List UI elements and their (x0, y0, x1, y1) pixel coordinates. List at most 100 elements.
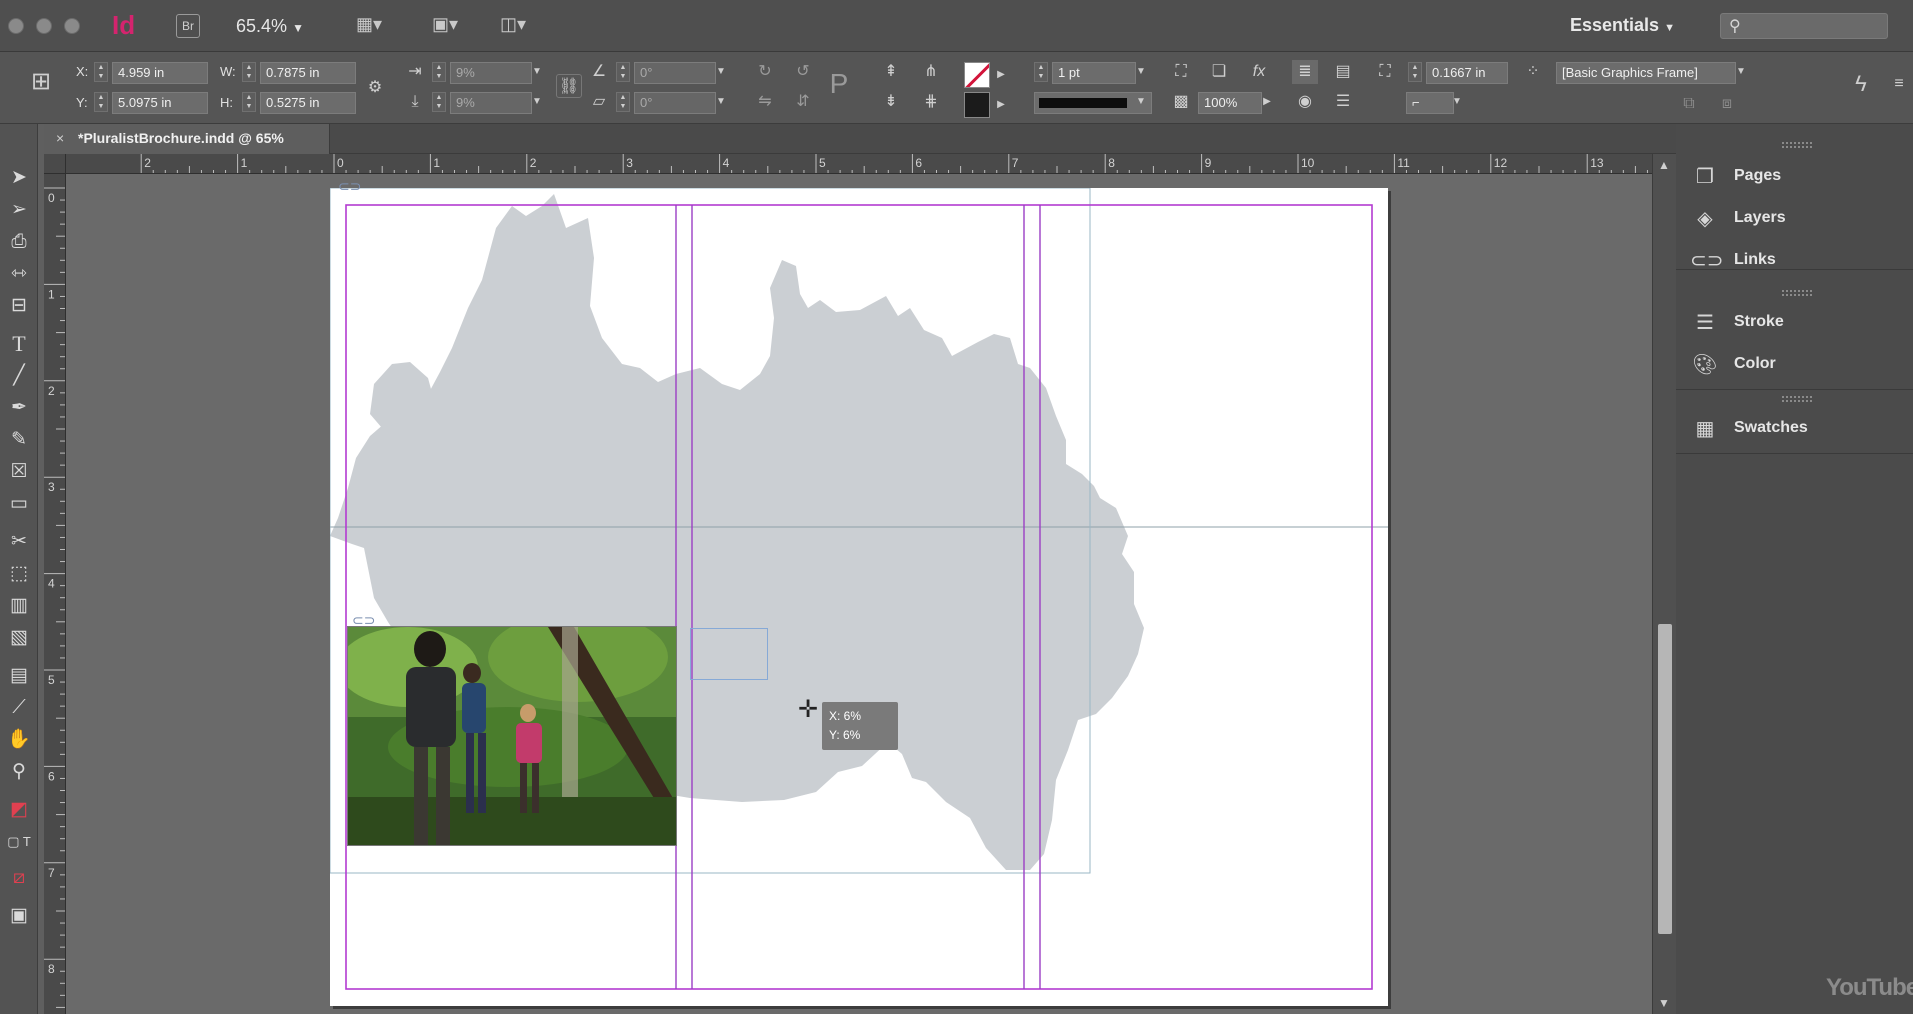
text-wrap-none-icon[interactable]: ≣ (1292, 60, 1318, 84)
panel-layers[interactable]: ◈ Layers (1690, 202, 1910, 236)
pen-tool-icon[interactable]: ✒ (5, 394, 33, 422)
flip-vertical-icon[interactable]: ⇵ (790, 90, 816, 114)
scroll-down-arrow-icon[interactable]: ▼ (1658, 996, 1670, 1010)
eyedropper-tool-icon[interactable]: ⟋ (5, 694, 33, 722)
chevron-down-icon[interactable]: ▼ (1734, 62, 1748, 82)
close-window-button[interactable] (8, 18, 24, 34)
note-tool-icon[interactable]: ▤ (5, 662, 33, 690)
arrange-documents-icon[interactable]: ◫▾ (500, 14, 544, 38)
selection-tool-icon[interactable]: ➤ (5, 164, 33, 192)
hand-tool-icon[interactable]: ✋ (5, 726, 33, 754)
panel-pages[interactable]: ❐ Pages (1690, 160, 1910, 194)
bridge-button[interactable]: Br (176, 14, 200, 38)
chevron-down-icon[interactable]: ▼ (714, 62, 728, 82)
ruler-origin[interactable] (44, 154, 66, 174)
w-stepper[interactable]: ▲ ▼ (242, 62, 256, 82)
reference-point-icon[interactable]: ⊞ (28, 70, 54, 94)
y-field[interactable]: 5.0975 in (112, 92, 208, 114)
zoom-window-button[interactable] (64, 18, 80, 34)
gap-tool-icon[interactable]: ⇿ (5, 260, 33, 288)
chevron-down-icon[interactable]: ▼ (1134, 92, 1148, 112)
panel-menu-icon[interactable]: ≡ (1886, 72, 1912, 96)
rectangle-frame-tool-icon[interactable]: ☒ (5, 458, 33, 486)
fitting-offset-stepper[interactable]: ▲ ▼ (1408, 62, 1422, 82)
chevron-down-icon[interactable]: ▼ (530, 62, 544, 82)
frame-fitting-icon[interactable]: ⛶ (1372, 60, 1398, 84)
corner-shape-menu[interactable]: ⌐ (1406, 92, 1454, 114)
clear-overrides-icon[interactable]: ⧉ (1676, 92, 1702, 116)
effects-fx-icon[interactable]: fx (1246, 60, 1272, 84)
close-icon[interactable]: × (56, 130, 64, 146)
panel-stroke[interactable]: ☰ Stroke (1690, 306, 1910, 340)
text-wrap-bounding-icon[interactable]: ▤ (1330, 60, 1356, 84)
content-collector-icon[interactable]: ⊟ (5, 292, 33, 320)
zoom-tool-icon[interactable]: ⚲ (5, 758, 33, 786)
w-field[interactable]: 0.7875 in (260, 62, 356, 84)
link-badge-icon[interactable]: ⊂⊃ (352, 612, 375, 629)
h-field[interactable]: 0.5275 in (260, 92, 356, 114)
free-transform-tool-icon[interactable]: ⬚ (5, 560, 33, 588)
stroke-weight-field[interactable]: 1 pt (1052, 62, 1136, 84)
document-tab[interactable]: × *PluralistBrochure.indd @ 65% (44, 124, 330, 154)
x-field[interactable]: 4.959 in (112, 62, 208, 84)
line-tool-icon[interactable]: ╱ (5, 362, 33, 390)
flip-horizontal-icon[interactable]: ⇋ (752, 90, 778, 114)
chain-link-icon[interactable]: ⛓ (556, 74, 582, 98)
panel-links[interactable]: ⊂⊃ Links (1690, 244, 1910, 278)
rotate-90-cw-icon[interactable]: ↻ (752, 60, 778, 84)
select-next-object-icon[interactable]: ⋔ (918, 60, 944, 84)
panel-group-grip[interactable] (1782, 142, 1812, 148)
scale-x-stepper[interactable]: ▲ ▼ (432, 62, 446, 82)
new-frame-selection[interactable] (690, 628, 768, 680)
shear-field[interactable]: 0° (634, 92, 716, 114)
scissors-tool-icon[interactable]: ✂ (5, 528, 33, 556)
rotate-field[interactable]: 0° (634, 62, 716, 84)
gradient-feather-tool-icon[interactable]: ▧ (5, 624, 33, 652)
quick-apply-icon[interactable]: ϟ (1848, 72, 1874, 96)
panel-group-grip[interactable] (1782, 290, 1812, 296)
fill-stroke-icon[interactable]: ◩ (5, 796, 33, 824)
opacity-field[interactable]: 100% (1198, 92, 1262, 114)
corner-options-icon[interactable]: ⛶ (1168, 60, 1194, 84)
opacity-arrow-icon[interactable]: ▶ (1260, 92, 1274, 112)
link-badge-icon[interactable]: ⊂⊃ (338, 178, 361, 195)
shear-stepper[interactable]: ▲ ▼ (616, 92, 630, 112)
object-style-menu[interactable]: [Basic Graphics Frame] (1556, 62, 1736, 84)
text-wrap-jump-icon[interactable]: ☰ (1330, 90, 1356, 114)
vertical-scrollbar[interactable]: ▲ ▼ (1652, 154, 1676, 1014)
drop-shadow-icon[interactable]: ❏ (1206, 60, 1232, 84)
fill-color-arrow-icon[interactable]: ▶ (994, 95, 1008, 115)
screen-mode-icon[interactable]: ▣▾ (432, 14, 476, 38)
scrollbar-thumb[interactable] (1658, 624, 1672, 934)
fill-color-swatch[interactable] (964, 92, 990, 118)
scroll-up-arrow-icon[interactable]: ▲ (1658, 158, 1670, 172)
direct-selection-tool-icon[interactable]: ➢ (5, 196, 33, 224)
style-options-icon[interactable]: ⧈ (1714, 92, 1740, 116)
stroke-color-swatch[interactable] (964, 62, 990, 88)
horizontal-ruler[interactable]: 2 1 0 1 2 3 4 5 6 7 8 9 10 11 12 13 (66, 154, 1652, 174)
scale-y-stepper[interactable]: ▲ ▼ (432, 92, 446, 112)
select-container-icon[interactable]: ⇞ (878, 60, 904, 84)
help-search-input[interactable]: ⚲ (1720, 13, 1888, 39)
scale-y-field[interactable]: 9% (450, 92, 532, 114)
text-wrap-shape-icon[interactable]: ◉ (1292, 90, 1318, 114)
gradient-swatch-tool-icon[interactable]: ▥ (5, 592, 33, 620)
rectangle-tool-icon[interactable]: ▭ (5, 490, 33, 518)
formatting-affects-icon[interactable]: ▢ T (5, 828, 33, 856)
type-tool-icon[interactable]: T (5, 330, 33, 358)
pencil-tool-icon[interactable]: ✎ (5, 426, 33, 454)
select-content-icon[interactable]: ⇟ (878, 90, 904, 114)
chevron-down-icon[interactable]: ▼ (1450, 92, 1464, 112)
pasteboard[interactable]: ⊂⊃ ⊂⊃ ✛ X: 6% Y: 6% (66, 174, 1652, 1014)
chevron-down-icon[interactable]: ▼ (714, 92, 728, 112)
stroke-color-arrow-icon[interactable]: ▶ (994, 65, 1008, 85)
scale-x-field[interactable]: 9% (450, 62, 532, 84)
stroke-weight-stepper[interactable]: ▲ ▼ (1034, 62, 1048, 82)
minimize-window-button[interactable] (36, 18, 52, 34)
y-stepper[interactable]: ▲ ▼ (94, 92, 108, 112)
view-options-icon[interactable]: ▦▾ (356, 14, 400, 38)
panel-color[interactable]: 🎨︎ Color (1690, 348, 1910, 382)
chevron-down-icon[interactable]: ▼ (1134, 62, 1148, 82)
fitting-offset-field[interactable]: 0.1667 in (1426, 62, 1508, 84)
panel-swatches[interactable]: ▦ Swatches (1690, 412, 1910, 446)
